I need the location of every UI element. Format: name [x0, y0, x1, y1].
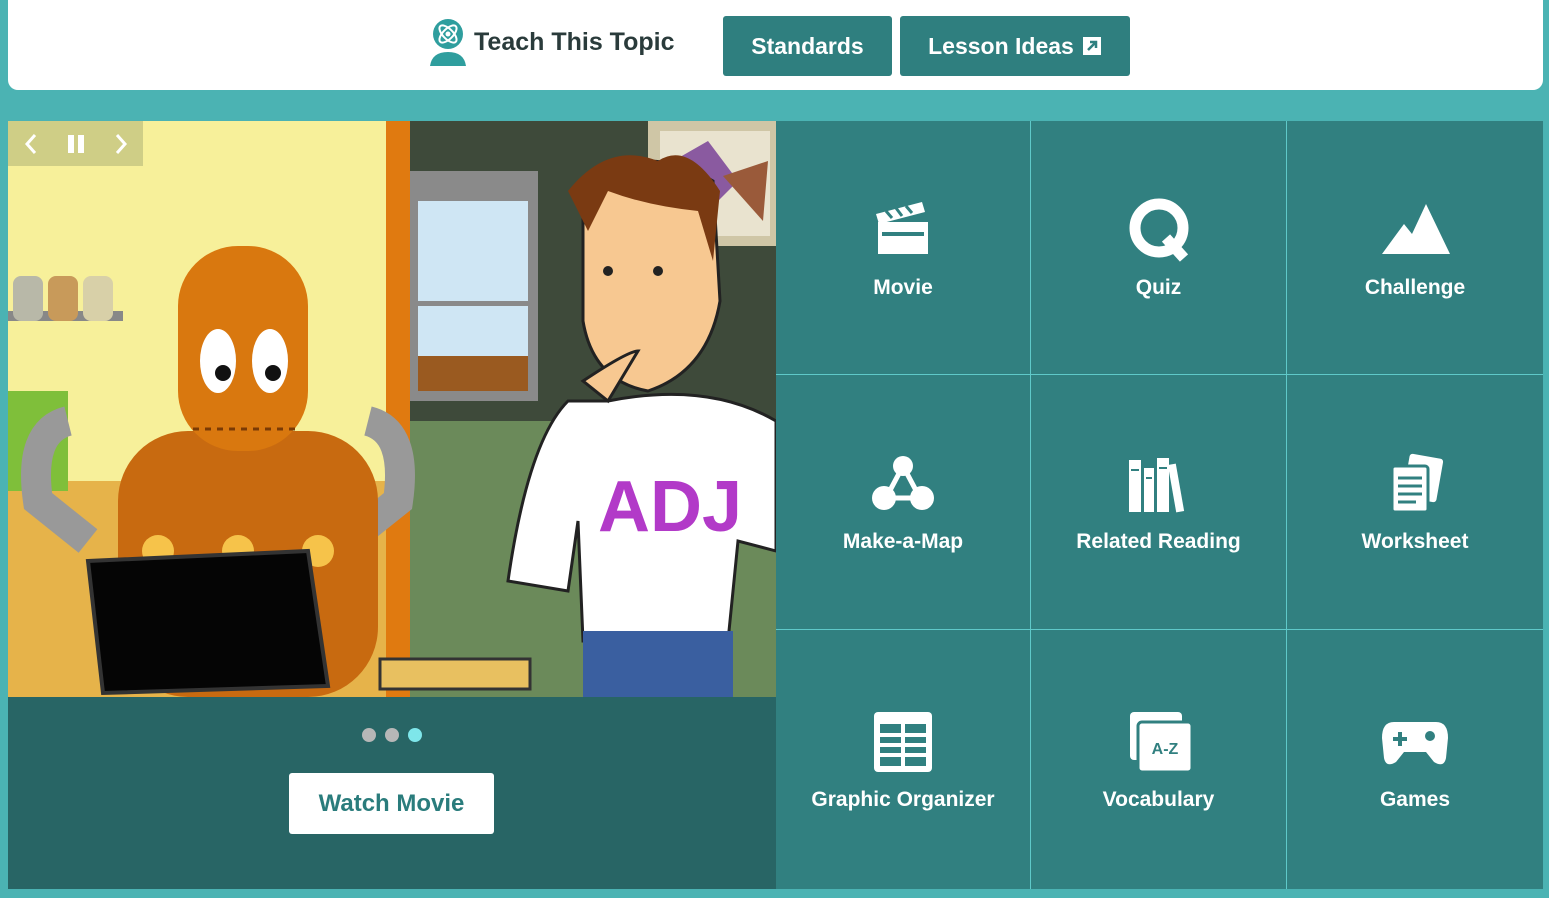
feature-grid: Movie Quiz Challenge Make-a-Map Related …: [776, 121, 1543, 889]
concept-map-icon: [872, 456, 934, 510]
standards-label: Standards: [751, 32, 864, 59]
movie-illustration: ADJ: [8, 121, 776, 697]
chevron-right-icon: [115, 133, 127, 154]
lesson-ideas-label: Lesson Ideas: [928, 32, 1074, 59]
chevron-left-icon: [24, 133, 36, 154]
slide-dot-active[interactable]: [408, 728, 422, 742]
movie-tile[interactable]: Movie: [776, 121, 1031, 375]
books-icon: [1128, 458, 1184, 513]
shirt-text: ADJ: [598, 467, 742, 547]
challenge-label: Challenge: [1364, 275, 1466, 299]
standards-button[interactable]: Standards: [723, 16, 892, 76]
top-bar: Teach This Topic Standards Lesson Ideas: [8, 0, 1543, 90]
lesson-ideas-button[interactable]: Lesson Ideas: [900, 16, 1130, 76]
movie-still-image[interactable]: ADJ: [8, 121, 776, 697]
table-icon: [874, 711, 932, 772]
quiz-label: Quiz: [1135, 275, 1182, 299]
challenge-tile[interactable]: Challenge: [1287, 121, 1543, 375]
worksheet-label: Worksheet: [1361, 530, 1469, 553]
teach-this-topic[interactable]: Teach This Topic: [428, 18, 675, 66]
clapperboard-icon: [876, 201, 928, 254]
pause-icon: [67, 134, 84, 153]
make-a-map-tile[interactable]: Make-a-Map: [776, 375, 1031, 630]
slide-dot[interactable]: [362, 728, 376, 742]
related-reading-label: Related Reading: [1076, 530, 1241, 553]
graphic-organizer-tile[interactable]: Graphic Organizer: [776, 630, 1031, 889]
vocabulary-tile[interactable]: A-Z Vocabulary: [1031, 630, 1287, 889]
worksheet-icon: [1390, 453, 1444, 514]
worksheet-tile[interactable]: Worksheet: [1287, 375, 1543, 630]
watch-movie-button[interactable]: Watch Movie: [289, 773, 494, 834]
movie-hero: ADJ Watch Movie: [8, 121, 776, 889]
movie-label: Movie: [873, 275, 933, 299]
games-label: Games: [1379, 787, 1451, 811]
quiz-tile[interactable]: Quiz: [1031, 121, 1287, 375]
vocabulary-label: Vocabulary: [1102, 787, 1215, 811]
previous-slide-button[interactable]: [17, 130, 45, 158]
next-slide-button[interactable]: [107, 130, 135, 158]
slide-indicator: [8, 728, 776, 742]
svg-text:A-Z: A-Z: [1151, 741, 1178, 758]
quiz-q-icon: [1129, 198, 1188, 262]
related-reading-tile[interactable]: Related Reading: [1031, 375, 1287, 630]
teach-label: Teach This Topic: [474, 27, 675, 56]
make-a-map-label: Make-a-Map: [842, 530, 964, 553]
mountain-icon: [1382, 203, 1450, 254]
slideshow-controls: [8, 121, 143, 166]
pause-button[interactable]: [62, 130, 90, 158]
a-z-cards-icon: A-Z: [1129, 711, 1193, 773]
slide-dot[interactable]: [385, 728, 399, 742]
games-tile[interactable]: Games: [1287, 630, 1543, 889]
graphic-organizer-label: Graphic Organizer: [811, 787, 995, 811]
watch-movie-label: Watch Movie: [318, 789, 465, 817]
gamepad-icon: [1382, 721, 1448, 764]
external-link-icon: [1082, 37, 1101, 55]
teacher-atom-icon: [430, 19, 466, 66]
